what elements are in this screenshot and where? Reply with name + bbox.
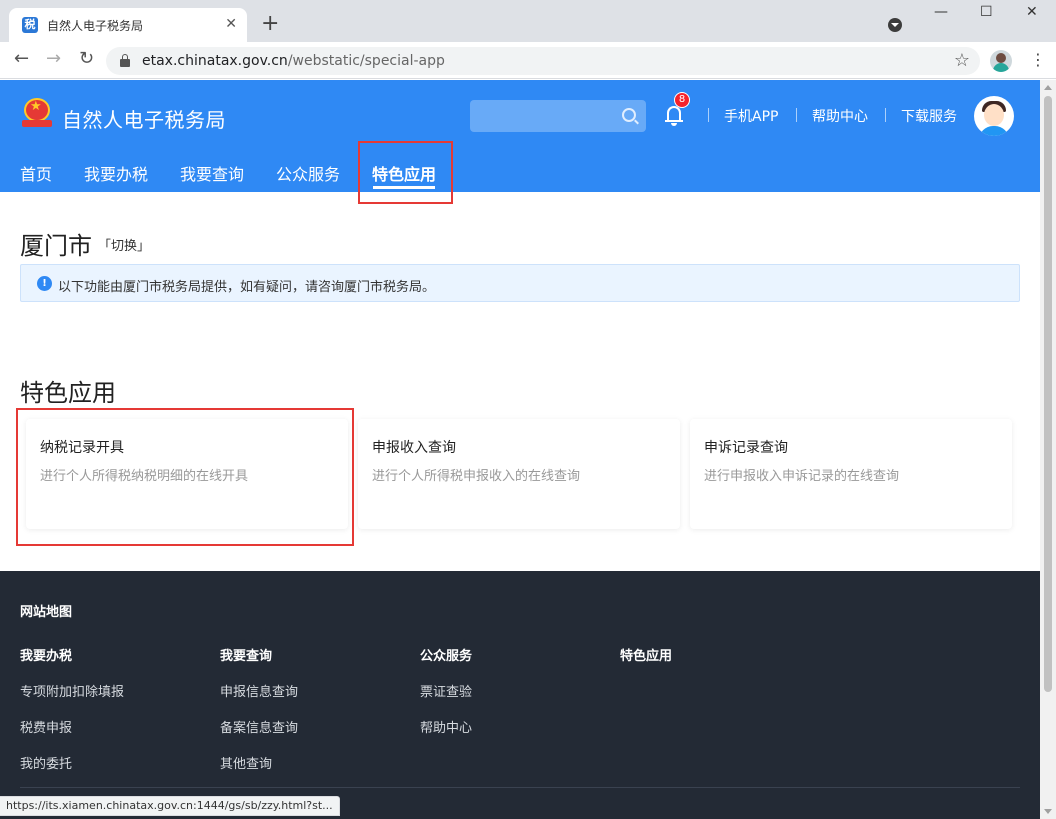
card-title: 申诉记录查询 bbox=[704, 440, 788, 456]
reload-button[interactable]: ↻ bbox=[79, 48, 94, 70]
forward-button[interactable]: → bbox=[46, 48, 61, 70]
section-title: 特色应用 bbox=[20, 379, 116, 407]
url-text[interactable]: etax.chinatax.gov.cn/webstatic/special-a… bbox=[142, 53, 445, 69]
window-close-button[interactable]: ✕ bbox=[1026, 4, 1038, 20]
tab-search-icon[interactable] bbox=[888, 18, 902, 32]
footer-link[interactable]: 申报信息查询 bbox=[220, 681, 298, 700]
header-divider bbox=[708, 108, 709, 122]
page-scrollbar[interactable] bbox=[1040, 80, 1056, 819]
city-switch-link[interactable]: 「切换」 bbox=[98, 235, 150, 254]
bell-icon[interactable] bbox=[665, 106, 683, 126]
footer-link[interactable]: 帮助中心 bbox=[420, 717, 472, 736]
browser-tab[interactable]: 税 自然人电子税务局 ✕ bbox=[9, 8, 247, 42]
address-bar[interactable]: etax.chinatax.gov.cn/webstatic/special-a… bbox=[106, 47, 980, 75]
site-header: ★ 自然人电子税务局 8 手机APP 帮助中心 下载服务 首页 我要办税 我要查… bbox=[0, 80, 1040, 192]
card-desc: 进行申报收入申诉记录的在线查询 bbox=[704, 469, 900, 484]
scroll-up-icon[interactable] bbox=[1044, 85, 1052, 90]
scroll-down-icon[interactable] bbox=[1044, 809, 1052, 814]
download-service-link[interactable]: 下载服务 bbox=[901, 106, 957, 126]
footer-link[interactable]: 专项附加扣除填报 bbox=[20, 681, 124, 700]
footer-link[interactable]: 税费申报 bbox=[20, 717, 72, 736]
nav-public-service[interactable]: 公众服务 bbox=[276, 161, 340, 185]
site-footer: 网站地图 我要办税 专项附加扣除填报 税费申报 我的委托 我要查询 申报信息查询… bbox=[0, 571, 1040, 819]
tax-favicon-icon: 税 bbox=[22, 17, 38, 33]
new-tab-button[interactable]: + bbox=[261, 13, 279, 35]
footer-link[interactable]: 备案信息查询 bbox=[220, 717, 298, 736]
site-title[interactable]: 自然人电子税务局 bbox=[62, 104, 226, 133]
profile-avatar[interactable] bbox=[990, 50, 1012, 72]
bookmark-star-icon[interactable]: ☆ bbox=[954, 50, 970, 71]
back-button[interactable]: ← bbox=[14, 48, 29, 70]
tab-title: 自然人电子税务局 bbox=[47, 19, 144, 33]
header-divider bbox=[885, 108, 886, 122]
app-card-appeal-query[interactable]: 申诉记录查询 进行申报收入申诉记录的在线查询 bbox=[690, 419, 1012, 529]
notice-text: 以下功能由厦门市税务局提供，如有疑问，请咨询厦门市税务局。 bbox=[58, 280, 436, 295]
scrollbar-thumb[interactable] bbox=[1044, 96, 1052, 692]
browser-menu-icon[interactable]: ⋮ bbox=[1030, 49, 1046, 71]
lock-icon[interactable] bbox=[120, 54, 130, 67]
city-title: 厦门市 bbox=[20, 232, 92, 260]
national-emblem-icon: ★ bbox=[22, 96, 52, 128]
header-divider bbox=[796, 108, 797, 122]
footer-link[interactable]: 票证查验 bbox=[420, 681, 472, 700]
card-title: 申报收入查询 bbox=[372, 440, 456, 456]
browser-toolbar: ← → ↻ etax.chinatax.gov.cn/webstatic/spe… bbox=[0, 42, 1056, 79]
footer-col-title[interactable]: 我要查询 bbox=[220, 645, 272, 664]
footer-col-title[interactable]: 公众服务 bbox=[420, 645, 472, 664]
tab-close-icon[interactable]: ✕ bbox=[225, 16, 237, 32]
highlight-box-nav bbox=[358, 141, 453, 204]
browser-window: 税 自然人电子税务局 ✕ + — ☐ ✕ ← → ↻ etax.chinatax… bbox=[0, 0, 1056, 819]
minimize-button[interactable]: — bbox=[934, 4, 948, 20]
page-viewport: ★ 自然人电子税务局 8 手机APP 帮助中心 下载服务 首页 我要办税 我要查… bbox=[0, 80, 1040, 819]
nav-tax-handling[interactable]: 我要办税 bbox=[84, 161, 148, 185]
footer-col-title[interactable]: 我要办税 bbox=[20, 645, 72, 664]
mobile-app-link[interactable]: 手机APP bbox=[724, 106, 778, 126]
status-bar-url: https://its.xiamen.chinatax.gov.cn:1444/… bbox=[0, 796, 340, 816]
card-desc: 进行个人所得税申报收入的在线查询 bbox=[372, 469, 581, 484]
footer-link[interactable]: 我的委托 bbox=[20, 753, 72, 772]
url-path: /webstatic/special-app bbox=[287, 53, 445, 69]
footer-col-title[interactable]: 特色应用 bbox=[620, 645, 672, 664]
sitemap-heading: 网站地图 bbox=[20, 605, 73, 620]
search-icon[interactable] bbox=[622, 108, 636, 122]
nav-query[interactable]: 我要查询 bbox=[180, 161, 244, 185]
notice-banner: ! 以下功能由厦门市税务局提供，如有疑问，请咨询厦门市税务局。 bbox=[20, 264, 1020, 302]
nav-home[interactable]: 首页 bbox=[20, 161, 52, 185]
tab-strip: 税 自然人电子税务局 ✕ + — ☐ ✕ bbox=[0, 0, 1056, 42]
maximize-button[interactable]: ☐ bbox=[980, 4, 993, 20]
user-avatar[interactable] bbox=[974, 96, 1014, 136]
app-card-income-query[interactable]: 申报收入查询 进行个人所得税申报收入的在线查询 bbox=[358, 419, 680, 529]
footer-link[interactable]: 其他查询 bbox=[220, 753, 272, 772]
search-input[interactable] bbox=[470, 100, 646, 132]
footer-divider bbox=[20, 787, 1020, 788]
main-nav: 首页 我要办税 我要查询 公众服务 特色应用 bbox=[0, 152, 1040, 192]
notification-badge: 8 bbox=[674, 92, 690, 108]
info-icon: ! bbox=[37, 276, 52, 291]
help-center-link[interactable]: 帮助中心 bbox=[812, 106, 868, 126]
highlight-box-card bbox=[16, 408, 354, 546]
url-host: etax.chinatax.gov.cn bbox=[142, 53, 288, 69]
